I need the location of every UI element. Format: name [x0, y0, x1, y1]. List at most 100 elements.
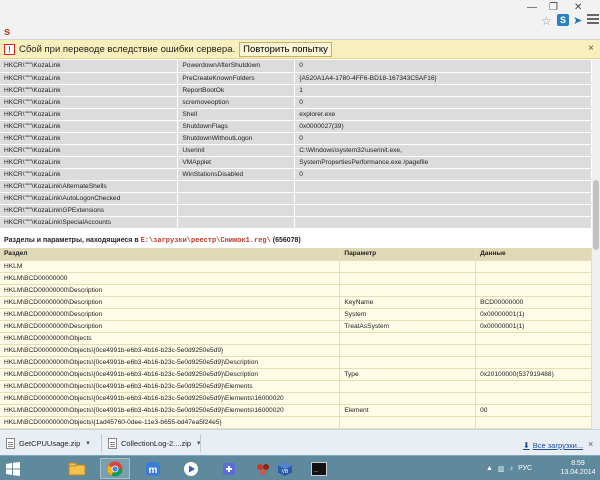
data-cell: 0x20100000(537919488) [475, 368, 592, 381]
value-cell: SystemPropertiesPerformance.exe /pagefil… [294, 156, 592, 169]
section-title-prefix: Разделы и параметры, находящиеся в [4, 237, 141, 244]
table-row: HKLM\BCD00000000\Objects\{0ce4991b-e6b3-… [0, 368, 592, 381]
parameter-cell: ReportBootOk [177, 84, 296, 97]
key-cell: HKCR\"""\KozaLink\SpecialAccounts [0, 216, 179, 229]
divider [101, 434, 102, 452]
section-cell: HKLM\BCD00000000\Objects\{0ce4991b-e6b3-… [0, 404, 341, 417]
clock-date: 13.04.2014 [560, 469, 596, 476]
volume-icon[interactable]: ♪ [510, 465, 514, 472]
table-row: HKCR\"""\KozaLink ShutdownFlags 0x0000027(… [0, 120, 592, 133]
parameter-cell [339, 260, 477, 273]
downloads-close-icon[interactable]: × [588, 439, 593, 449]
scrollbar-thumb[interactable] [593, 180, 599, 250]
value-cell: 0 [294, 132, 592, 145]
chrome-icon[interactable] [100, 458, 130, 479]
parameter-cell: ShutdownFlags [177, 120, 296, 133]
table-row: HKLM [0, 260, 592, 273]
key-cell: HKCR\"""\KozaLink [0, 84, 179, 97]
parameter-cell: System [339, 308, 477, 321]
key-cell: HKCR\"""\KozaLink [0, 72, 179, 85]
restore-icon[interactable]: ❐ [549, 2, 558, 13]
key-cell: HKCR\"""\KozaLink\AlternateShells [0, 180, 179, 193]
section-path: E:\загрузки\реестр\Снимок1.reg\ [140, 237, 271, 245]
section-cell: HKLM\BCD00000000\Objects\{1ad45760-0dee-… [0, 416, 341, 429]
terminal-icon[interactable]: _ [304, 458, 334, 479]
table-row: HKCR\"""\KozaLink ReportBootOk 1 [0, 84, 592, 97]
menu-icon[interactable] [587, 14, 599, 26]
section-cell: HKLM\BCD00000000\Description [0, 284, 341, 297]
svg-text:!: ! [8, 45, 11, 54]
data-cell [475, 380, 592, 393]
parameter-cell [177, 216, 296, 229]
all-downloads-link[interactable]: ⬇ Все загрузки... [523, 441, 583, 450]
data-cell [475, 356, 592, 369]
value-cell [294, 192, 592, 205]
send-icon[interactable]: ➤ [573, 14, 585, 27]
parameter-cell [177, 192, 296, 205]
table-row: HKLM\BCD00000000\Objects\{0ce4991b-e6b3-… [0, 404, 592, 417]
parameter-cell [339, 344, 477, 357]
svg-text:m: m [149, 465, 158, 476]
table-row: HKCR\"""\KozaLink PowerdownAfterShutdown 0 [0, 60, 592, 73]
registry-table-main: Раздел Параметр Данные HKLM HKLM\BCD00000… [0, 248, 592, 429]
network-icon[interactable]: ▥ [498, 465, 505, 473]
warning-icon: ! [4, 43, 15, 55]
parameter-cell: ShutdownWithoutLogon [177, 132, 296, 145]
page-scrollbar[interactable] [592, 60, 600, 429]
extension-s-icon[interactable]: S [557, 14, 569, 26]
parameter-cell: Userinit [177, 144, 296, 157]
value-cell: explorer.exe [294, 108, 592, 121]
start-icon[interactable] [2, 458, 24, 479]
key-cell: HKCR\"""\KozaLink [0, 144, 179, 157]
key-cell: HKCR\"""\KozaLink [0, 60, 179, 73]
download-item[interactable]: CollectionLog-2....zip ▾ [108, 434, 201, 452]
table-row: HKCR\"""\KozaLink Userinit C:\Windows\syst… [0, 144, 592, 157]
app-icon[interactable] [214, 458, 244, 479]
table-row: HKLM\BCD00000000\Objects\{0ce4991b-e6b3-… [0, 392, 592, 405]
table-row: HKCR\"""\KozaLink PreCreateKnownFolders {A… [0, 72, 592, 85]
parameter-cell: Element [339, 404, 477, 417]
section-cell: HKLM\BCD00000000 [0, 272, 341, 285]
section-cell: HKLM\BCD00000000\Objects\{0ce4991b-e6b3-… [0, 380, 341, 393]
table-row: HKLM\BCD00000000\Description [0, 284, 592, 297]
page-content: HKCR\"""\KozaLink PowerdownAfterShutdown 0… [0, 60, 592, 429]
zip-file-icon [6, 437, 15, 449]
table-row: HKLM\BCD00000000\Objects\{1ad45760-0dee-… [0, 416, 592, 429]
parameter-cell: Type [339, 368, 477, 381]
virtualbox-icon[interactable]: VB [270, 458, 300, 479]
minimize-icon[interactable]: — [527, 2, 537, 13]
retry-button[interactable]: Повторить попытку [239, 41, 332, 57]
language-indicator[interactable]: РУС [518, 465, 532, 472]
table-row: HKLM\BCD00000000\Objects\{0ce4991b-e6b3-… [0, 380, 592, 393]
chevron-down-icon[interactable]: ▾ [86, 439, 90, 447]
parameter-cell [339, 392, 477, 405]
section-cell: HKLM\BCD00000000\Description [0, 296, 341, 309]
key-cell: HKCR\"""\KozaLink [0, 120, 179, 133]
explorer-icon[interactable] [62, 458, 92, 479]
media-player-icon[interactable] [176, 458, 206, 479]
parameter-cell: scremoveoption [177, 96, 296, 109]
bookmark-star-icon[interactable]: ☆ [541, 14, 553, 28]
value-cell: 0 [294, 96, 592, 109]
table-row: HKCR\"""\KozaLink ShutdownWithoutLogon 0 [0, 132, 592, 145]
section-cell: HKLM\BCD00000000\Objects [0, 332, 341, 345]
column-header-data: Данные [475, 248, 592, 261]
table-row: HKCR\"""\KozaLink\GPExtensions [0, 204, 592, 217]
column-header-parameter: Параметр [339, 248, 477, 261]
parameter-cell [177, 204, 296, 217]
infobar-message: Сбой при переводе вследствие ошибки серв… [19, 43, 236, 55]
clock[interactable]: 8:59 13.04.2014 [558, 459, 598, 477]
table-row: HKCR\"""\KozaLink Shell explorer.exe [0, 108, 592, 121]
tray-arrow-icon[interactable]: ▲ [486, 465, 493, 472]
parameter-cell: Shell [177, 108, 296, 121]
section-cell: HKLM\BCD00000000\Objects\{0ce4991b-e6b3-… [0, 368, 341, 381]
close-window-icon[interactable]: ✕ [574, 2, 582, 13]
maxthon-icon[interactable]: m [138, 458, 168, 479]
table-row: HKCR\"""\KozaLink WinStationsDisabled 0 [0, 168, 592, 181]
data-cell: 0x00000001(1) [475, 320, 592, 333]
download-item[interactable]: GetCPUUsage.zip ▾ [6, 434, 90, 452]
infobar-close-icon[interactable]: × [588, 43, 594, 54]
table-row: HKCR\"""\KozaLink scremoveoption 0 [0, 96, 592, 109]
table-row: HKLM\BCD00000000\Objects\{0ce4991b-e6b3-… [0, 344, 592, 357]
parameter-cell [339, 284, 477, 297]
